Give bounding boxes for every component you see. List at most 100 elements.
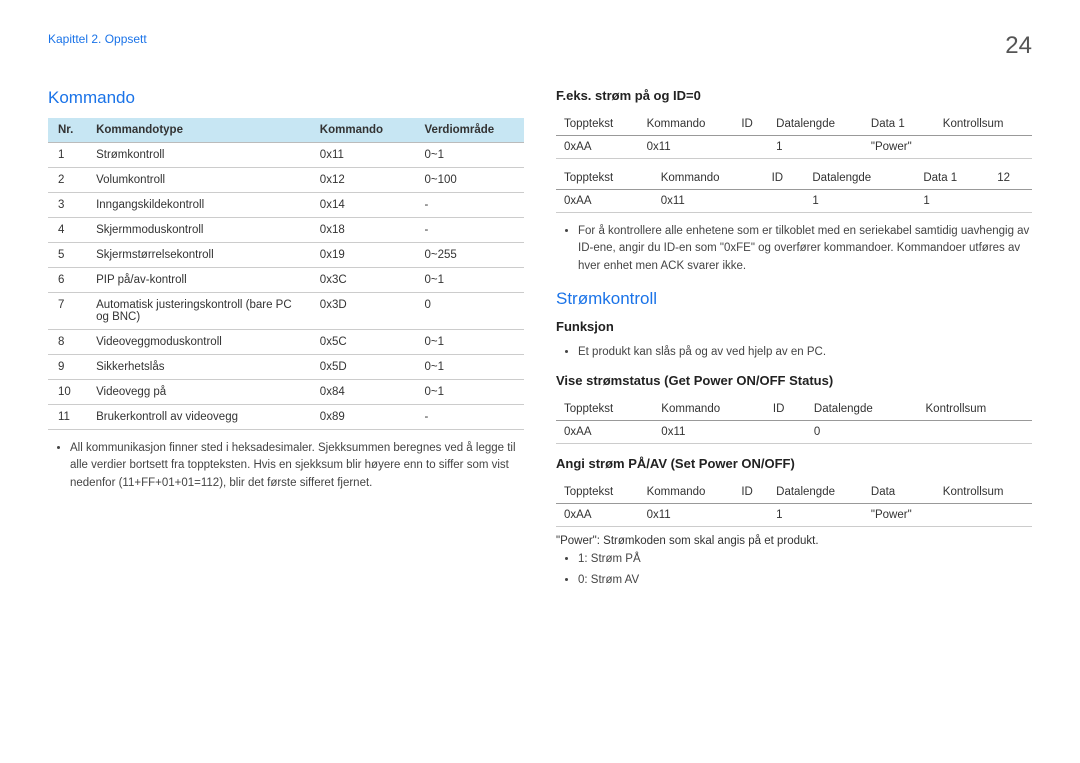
td: Skjermstørrelsekontroll: [86, 243, 310, 268]
table-row: 6PIP på/av-kontroll0x3C0~1: [48, 268, 524, 293]
td: -: [415, 405, 524, 430]
power-desc: "Power": Strømkoden som skal angis på et…: [556, 535, 1032, 547]
td: 0: [415, 293, 524, 330]
th: Topptekst: [556, 167, 653, 190]
td: [764, 190, 805, 213]
table-row: 11Brukerkontroll av videovegg0x89-: [48, 405, 524, 430]
set-power-heading: Angi strøm PÅ/AV (Set Power ON/OFF): [556, 456, 1032, 471]
td: [935, 136, 1032, 159]
th-type: Kommandotype: [86, 118, 310, 143]
td: Videovegg på: [86, 380, 310, 405]
td: 0x3C: [310, 268, 415, 293]
th-range: Verdiområde: [415, 118, 524, 143]
power-values-list: 1: Strøm PÅ 0: Strøm AV: [556, 551, 1032, 590]
th: Datalengde: [806, 398, 918, 421]
right-column: F.eks. strøm på og ID=0 Topptekst Komman…: [556, 88, 1032, 594]
td: 0x14: [310, 193, 415, 218]
td: 9: [48, 355, 86, 380]
td: [935, 504, 1032, 527]
example-note-list: For å kontrollere alle enhetene som er t…: [556, 223, 1032, 275]
th: Kommando: [653, 398, 765, 421]
td: 0~100: [415, 168, 524, 193]
td: 0~1: [415, 268, 524, 293]
th: Kontrollsum: [918, 398, 1032, 421]
table-row: 8Videoveggmoduskontroll0x5C0~1: [48, 330, 524, 355]
th-nr: Nr.: [48, 118, 86, 143]
funksjon-heading: Funksjon: [556, 319, 1032, 334]
td: 1: [768, 504, 863, 527]
td: 0x11: [310, 143, 415, 168]
th: Topptekst: [556, 113, 639, 136]
td: 0~1: [415, 143, 524, 168]
th: 12: [989, 167, 1032, 190]
td: Inngangskildekontroll: [86, 193, 310, 218]
section-title-stromkontroll: Strømkontroll: [556, 289, 1032, 309]
th: ID: [764, 167, 805, 190]
td: 0x11: [653, 190, 764, 213]
td: Skjermmoduskontroll: [86, 218, 310, 243]
th: Kommando: [653, 167, 764, 190]
td: 3: [48, 193, 86, 218]
left-note: All kommunikasjon finner sted i heksades…: [70, 440, 524, 492]
page-number: 24: [1005, 32, 1032, 60]
table-row: 2Volumkontroll0x120~100: [48, 168, 524, 193]
td: 0x18: [310, 218, 415, 243]
td: 10: [48, 380, 86, 405]
example-table-2: Topptekst Kommando ID Datalengde Data 1 …: [556, 167, 1032, 213]
table-row: 1Strømkontroll0x110~1: [48, 143, 524, 168]
table-row: 0xAA 0x11 1 1: [556, 190, 1032, 213]
td: 0xAA: [556, 136, 639, 159]
th: Datalengde: [804, 167, 915, 190]
td: Sikkerhetslås: [86, 355, 310, 380]
th: Data: [863, 481, 935, 504]
td: PIP på/av-kontroll: [86, 268, 310, 293]
td: 0x84: [310, 380, 415, 405]
left-note-list: All kommunikasjon finner sted i heksades…: [48, 440, 524, 492]
td: Volumkontroll: [86, 168, 310, 193]
table-header-row: Topptekst Kommando ID Datalengde Kontrol…: [556, 398, 1032, 421]
td: 0xAA: [556, 190, 653, 213]
td: [989, 190, 1032, 213]
td: [918, 421, 1032, 444]
td: 0x19: [310, 243, 415, 268]
left-column: Kommando Nr. Kommandotype Kommando Verdi…: [48, 88, 524, 594]
td: 0xAA: [556, 421, 653, 444]
td: 0~255: [415, 243, 524, 268]
td: 11: [48, 405, 86, 430]
td: 0x5D: [310, 355, 415, 380]
table-row: 0xAA 0x11 0: [556, 421, 1032, 444]
th: Data 1: [863, 113, 935, 136]
td: 0x5C: [310, 330, 415, 355]
table-row: 3Inngangskildekontroll0x14-: [48, 193, 524, 218]
th: Data 1: [915, 167, 989, 190]
table-row: 7Automatisk justeringskontroll (bare PC …: [48, 293, 524, 330]
td: 2: [48, 168, 86, 193]
th: Datalengde: [768, 481, 863, 504]
table-header-row: Nr. Kommandotype Kommando Verdiområde: [48, 118, 524, 143]
td: 6: [48, 268, 86, 293]
content-columns: Kommando Nr. Kommandotype Kommando Verdi…: [48, 88, 1032, 594]
th-cmd: Kommando: [310, 118, 415, 143]
command-table: Nr. Kommandotype Kommando Verdiområde 1S…: [48, 118, 524, 430]
table-row: 0xAA 0x11 1 "Power": [556, 504, 1032, 527]
table-row: 5Skjermstørrelsekontroll0x190~255: [48, 243, 524, 268]
funksjon-note-list: Et produkt kan slås på og av ved hjelp a…: [556, 344, 1032, 361]
td: [733, 504, 768, 527]
th: ID: [733, 113, 768, 136]
table-row: 9Sikkerhetslås0x5D0~1: [48, 355, 524, 380]
th: ID: [765, 398, 806, 421]
th: Kommando: [639, 113, 734, 136]
td: 0x89: [310, 405, 415, 430]
table-header-row: Topptekst Kommando ID Datalengde Data 1 …: [556, 113, 1032, 136]
td: 4: [48, 218, 86, 243]
table-row: 0xAA 0x11 1 "Power": [556, 136, 1032, 159]
table-row: 10Videovegg på0x840~1: [48, 380, 524, 405]
th: Datalengde: [768, 113, 863, 136]
breadcrumb: Kapittel 2. Oppsett: [48, 32, 147, 46]
power-on-item: 1: Strøm PÅ: [578, 551, 1032, 568]
funksjon-note: Et produkt kan slås på og av ved hjelp a…: [578, 344, 1032, 361]
section-title-kommando: Kommando: [48, 88, 524, 108]
td: 0x11: [639, 504, 734, 527]
td: 0xAA: [556, 504, 639, 527]
td: 0~1: [415, 380, 524, 405]
